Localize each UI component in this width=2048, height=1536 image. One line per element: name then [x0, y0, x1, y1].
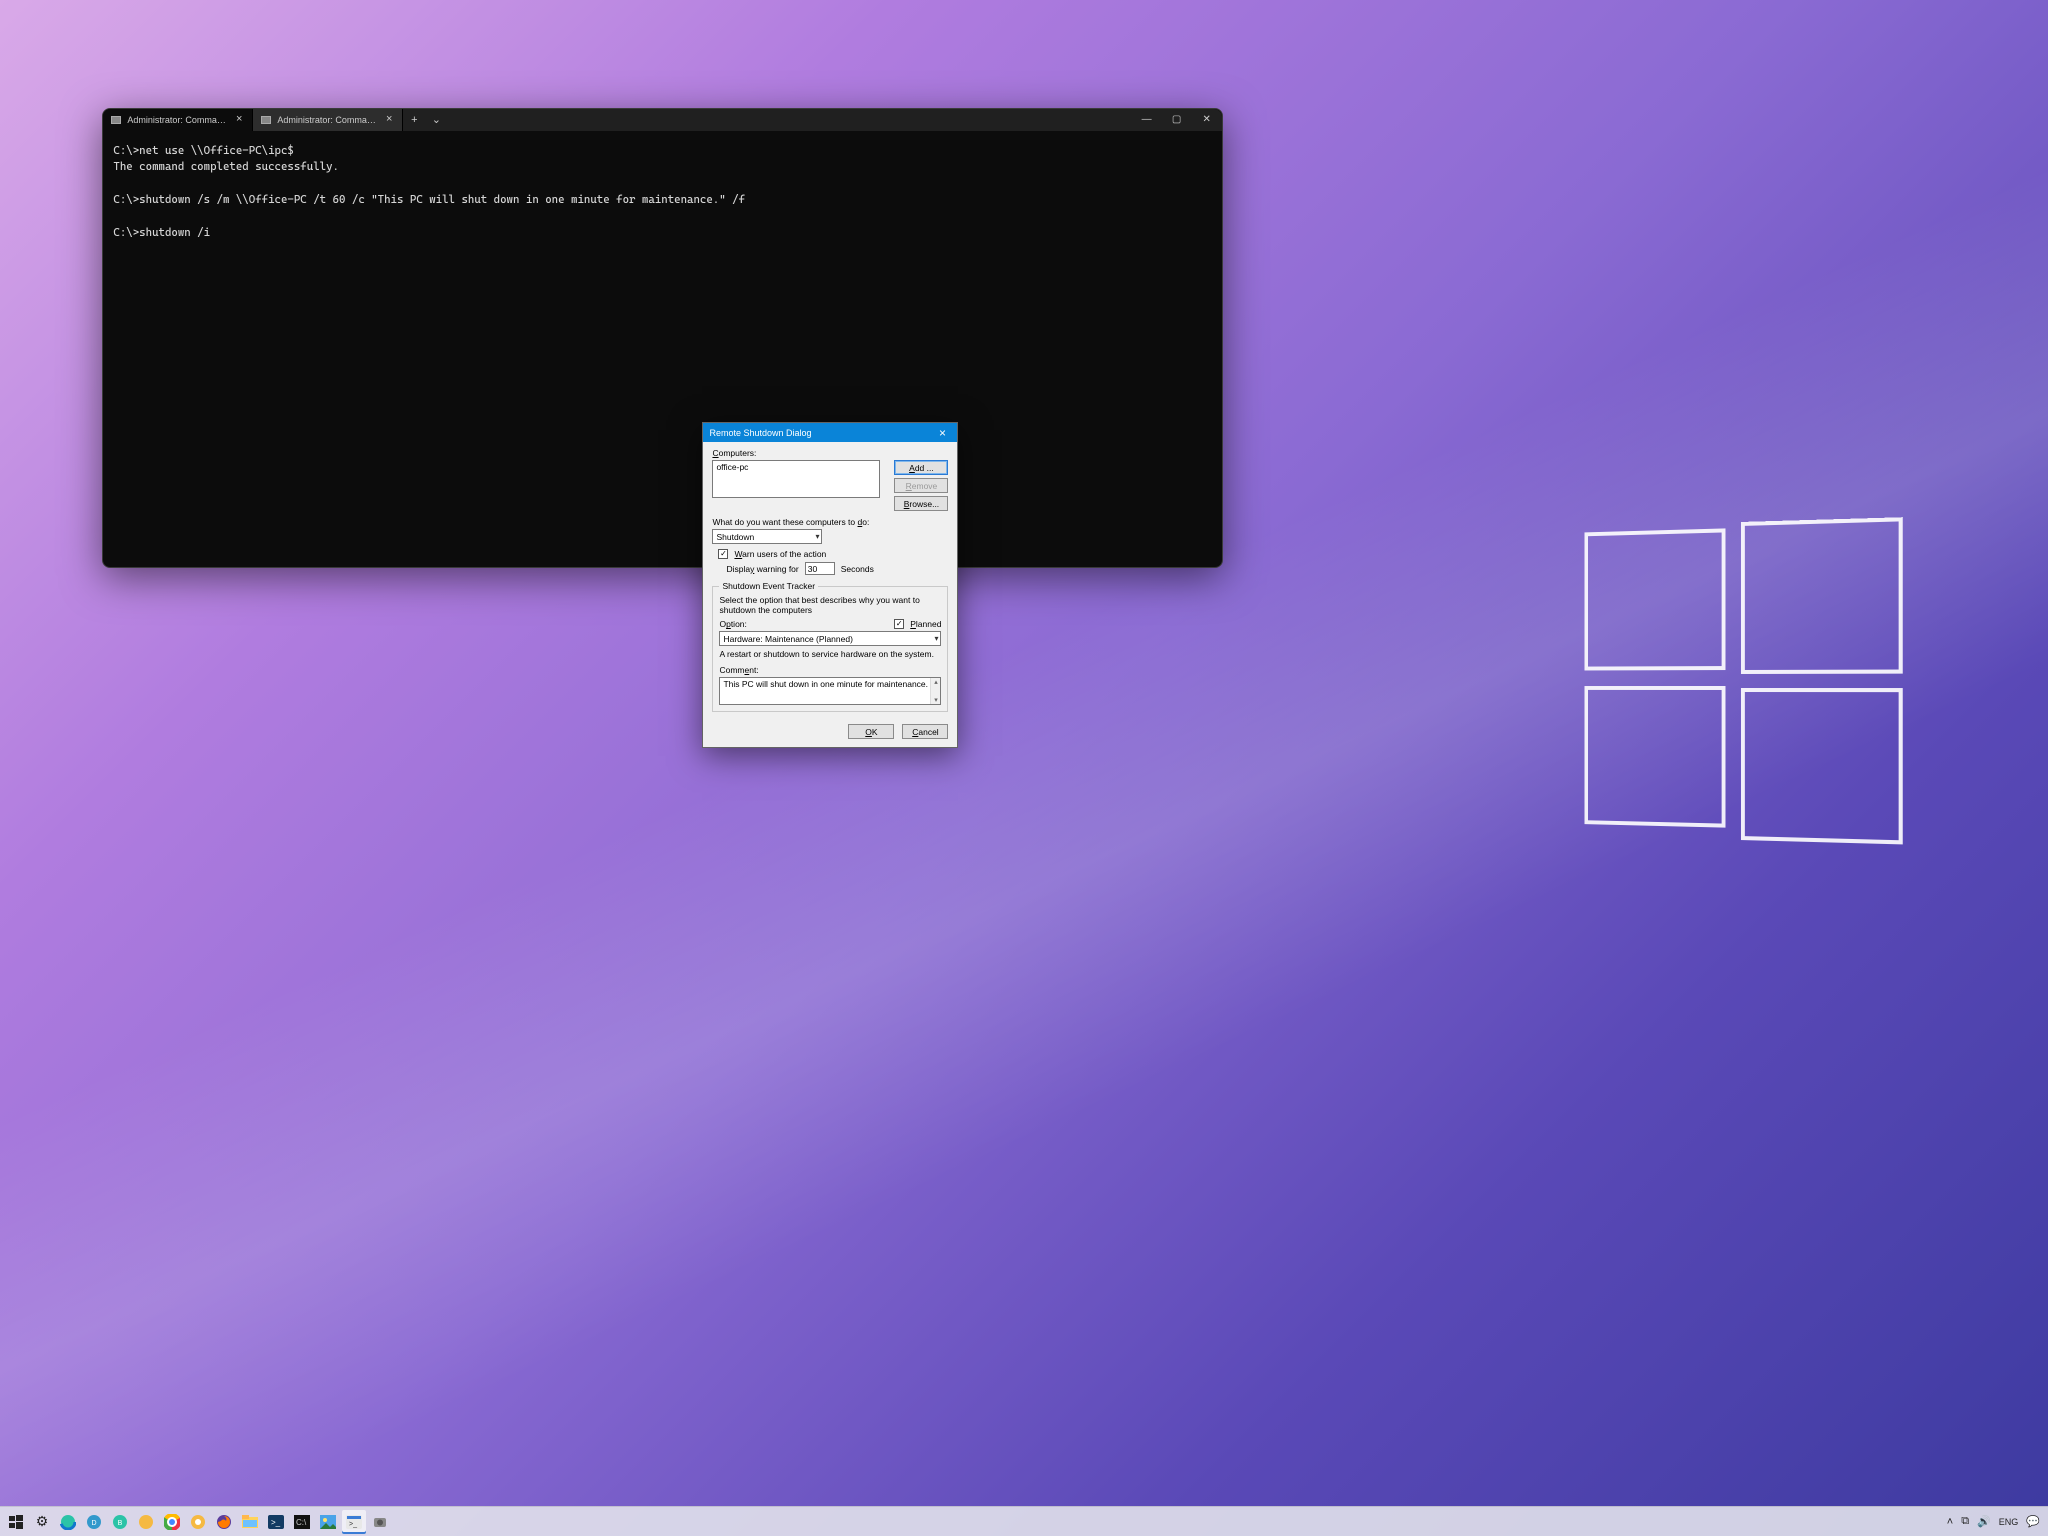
remote-shutdown-dialog[interactable]: Remote Shutdown Dialog × Computers: offi… [702, 422, 958, 748]
logo-pane [1584, 686, 1725, 828]
remove-button: Remove [894, 478, 948, 493]
logo-pane [1741, 688, 1903, 844]
add-button[interactable]: Add ... [894, 460, 948, 475]
computers-listbox[interactable]: office-pc [712, 460, 880, 498]
settings-icon[interactable]: ⚙ [30, 1510, 54, 1534]
svg-text:B: B [118, 1520, 123, 1527]
tab-dropdown-button[interactable]: ⌄ [425, 113, 447, 126]
cmd-icon [261, 116, 271, 124]
terminal-tab-1[interactable]: Administrator: Command Prom… × [103, 109, 253, 131]
planned-checkbox[interactable]: ✓ [894, 619, 904, 629]
volume-icon[interactable]: 🔊 [1977, 1515, 1991, 1528]
new-tab-button[interactable]: + [403, 114, 425, 126]
ok-button[interactable]: OK [848, 724, 894, 739]
tray-overflow-icon[interactable]: ˄ [1947, 1516, 1953, 1528]
terminal-titlebar[interactable]: Administrator: Command Prom… × Administr… [103, 109, 1221, 131]
tab-title: Administrator: Command Prom… [277, 115, 378, 125]
chrome-canary-icon[interactable] [186, 1510, 210, 1534]
scrollbar[interactable]: ▴▾ [930, 678, 940, 704]
terminal-output[interactable]: C:\>net use \\Office-PC\ipc$ The command… [103, 131, 1221, 568]
edge-canary-icon[interactable] [134, 1510, 158, 1534]
terminal-taskbar-icon[interactable]: >_ [342, 1510, 366, 1534]
dialog-title: Remote Shutdown Dialog [709, 428, 933, 438]
comment-value: This PC will shut down in one minute for… [723, 679, 928, 689]
option-select-value: Hardware: Maintenance (Planned) [723, 634, 852, 644]
action-select[interactable]: Shutdown [712, 529, 822, 544]
svg-text:>_: >_ [349, 1521, 357, 1528]
event-tracker-desc: Select the option that best describes wh… [719, 595, 941, 615]
tab-title: Administrator: Command Prom… [127, 115, 228, 125]
svg-text:C:\: C:\ [296, 1518, 307, 1527]
terminal-line: The command completed successfully. [113, 160, 339, 173]
option-select[interactable]: Hardware: Maintenance (Planned) [719, 631, 941, 646]
action-select-value: Shutdown [716, 532, 754, 542]
taskbar[interactable]: ⚙ D B >_ C:\ >_ ˄ ⧉ 🔊 ENG 💬 [0, 1506, 2048, 1536]
minimize-button[interactable]: ― [1132, 109, 1162, 131]
seconds-input[interactable]: 30 [805, 562, 835, 575]
logo-pane [1584, 529, 1725, 671]
svg-text:>_: >_ [271, 1518, 281, 1527]
window-controls: ― ▢ ✕ [1132, 109, 1222, 131]
planned-label: Planned [910, 619, 941, 629]
tab-close-icon[interactable]: × [384, 114, 394, 125]
terminal-tab-2[interactable]: Administrator: Command Prom… × [253, 109, 403, 131]
desktop-windows-logo [1584, 517, 1904, 857]
computers-list-item[interactable]: office-pc [716, 462, 876, 472]
terminal-line: C:\>shutdown /s /m \\Office-PC /t 60 /c … [113, 193, 745, 206]
cmd-icon[interactable]: C:\ [290, 1510, 314, 1534]
cancel-button[interactable]: Cancel [902, 724, 948, 739]
terminal-window[interactable]: Administrator: Command Prom… × Administr… [102, 108, 1222, 569]
seconds-label: Seconds [841, 564, 874, 574]
project-icon[interactable]: ⧉ [1961, 1515, 1969, 1528]
firefox-icon[interactable] [212, 1510, 236, 1534]
snipping-tool-icon[interactable] [368, 1510, 392, 1534]
photos-icon[interactable] [316, 1510, 340, 1534]
system-tray[interactable]: ˄ ⧉ 🔊 ENG 💬 [1947, 1515, 2044, 1528]
cmd-icon [111, 116, 121, 124]
event-tracker-legend: Shutdown Event Tracker [719, 581, 818, 591]
logo-pane [1741, 517, 1903, 674]
language-indicator[interactable]: ENG [1999, 1517, 2019, 1527]
computers-label: Computers: [712, 448, 948, 458]
terminal-line: C:\>net use \\Office-PC\ipc$ [113, 144, 293, 157]
powershell-icon[interactable]: >_ [264, 1510, 288, 1534]
tab-actions: + ⌄ [403, 109, 447, 131]
maximize-button[interactable]: ▢ [1162, 109, 1192, 131]
file-explorer-icon[interactable] [238, 1510, 262, 1534]
event-tracker-group: Shutdown Event Tracker Select the option… [712, 581, 948, 712]
comment-label: Comment: [719, 665, 941, 675]
browse-button[interactable]: Browse... [894, 496, 948, 511]
start-button[interactable] [4, 1510, 28, 1534]
option-desc: A restart or shutdown to service hardwar… [719, 649, 941, 659]
action-center-icon[interactable]: 💬 [2026, 1515, 2040, 1528]
warn-label: Warn users of the action [734, 549, 826, 559]
comment-textarea[interactable]: This PC will shut down in one minute for… [719, 677, 941, 705]
action-label: What do you want these computers to do: [712, 517, 948, 527]
close-icon[interactable]: × [933, 427, 951, 439]
option-label: Option: [719, 619, 746, 629]
display-warning-label: Display warning for [726, 564, 798, 574]
warn-checkbox[interactable]: ✓ [718, 549, 728, 559]
edge-dev-icon[interactable]: D [82, 1510, 106, 1534]
edge-icon[interactable] [56, 1510, 80, 1534]
tab-close-icon[interactable]: × [234, 114, 244, 125]
svg-text:D: D [91, 1520, 96, 1527]
dialog-titlebar[interactable]: Remote Shutdown Dialog × [703, 423, 957, 442]
edge-beta-icon[interactable]: B [108, 1510, 132, 1534]
close-button[interactable]: ✕ [1192, 109, 1222, 131]
chrome-icon[interactable] [160, 1510, 184, 1534]
terminal-line: C:\>shutdown /i [113, 226, 210, 239]
